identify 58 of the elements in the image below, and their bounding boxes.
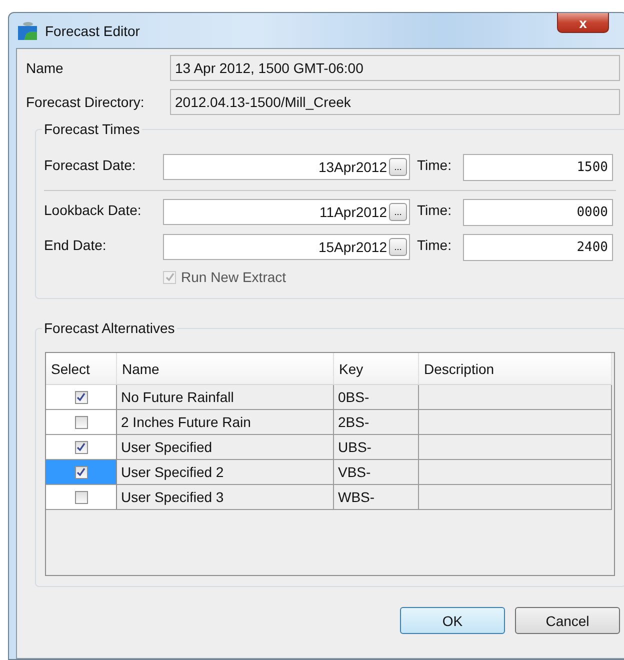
select-cell[interactable]	[46, 410, 117, 435]
browse-button[interactable]: ...	[389, 238, 407, 256]
field-label: End Date:	[44, 236, 108, 253]
date-value: 15Apr2012	[318, 239, 387, 255]
table-cell: User Specified 3	[117, 485, 334, 510]
date-value: 13Apr2012	[318, 159, 387, 175]
column-header[interactable]: Description	[419, 353, 612, 385]
date-field[interactable]: 13Apr2012 ...	[163, 154, 410, 180]
table-cell: WBS-	[334, 485, 419, 510]
check-icon	[76, 442, 86, 452]
checkbox[interactable]	[74, 490, 88, 504]
date-field[interactable]: 11Apr2012 ...	[163, 199, 410, 225]
checkbox-label: Run New Extract	[181, 269, 286, 285]
table-cell: No Future Rainfall	[117, 385, 334, 410]
group-title: Forecast Alternatives	[42, 320, 177, 336]
table-cell: 2BS-	[334, 410, 419, 435]
table-cell: UBS-	[334, 435, 419, 460]
select-cell[interactable]	[46, 460, 117, 485]
close-button[interactable]: x	[557, 13, 609, 33]
check-icon	[76, 467, 86, 477]
time-field[interactable]: 1500	[463, 154, 613, 181]
field-label: Time:	[416, 156, 452, 173]
time-field[interactable]: 0000	[463, 199, 613, 226]
browse-button[interactable]: ...	[389, 158, 407, 176]
time-field[interactable]: 2400	[463, 234, 613, 261]
date-value: 11Apr2012	[320, 204, 387, 220]
group-title: Forecast Times	[42, 121, 142, 137]
browse-button[interactable]: ...	[389, 203, 407, 221]
column-header[interactable]: Key	[334, 353, 419, 385]
checkbox[interactable]	[74, 440, 88, 454]
field-label: Time:	[416, 236, 452, 253]
check-icon	[76, 392, 86, 402]
app-icon	[18, 21, 37, 40]
dialog-button[interactable]: Cancel	[515, 607, 620, 634]
checkbox[interactable]	[74, 466, 88, 478]
field-label: Lookback Date:	[44, 201, 142, 218]
table-cell: 0BS-	[334, 385, 419, 410]
table-cell: User Specified	[117, 435, 334, 460]
read-only-field: 2012.04.13-1500/Mill_Creek	[170, 89, 620, 115]
field-label: Name	[26, 60, 64, 76]
select-cell[interactable]	[46, 385, 117, 410]
column-header[interactable]: Name	[117, 353, 334, 385]
checkbox[interactable]	[74, 416, 88, 428]
field-label: Time:	[416, 201, 452, 218]
select-cell[interactable]	[46, 435, 117, 460]
select-cell[interactable]	[46, 485, 117, 510]
table-cell: User Specified 2	[117, 460, 334, 485]
field-label: Forecast Date:	[44, 156, 137, 173]
window-title: Forecast Editor	[45, 22, 140, 38]
field-label: Forecast Directory:	[26, 94, 146, 110]
date-field[interactable]: 15Apr2012 ...	[163, 234, 410, 260]
table-cell: VBS-	[334, 460, 419, 485]
check-icon	[164, 272, 174, 282]
table-cell: 2 Inches Future Rain	[117, 410, 334, 435]
column-header[interactable]: Select	[46, 353, 117, 385]
checkbox[interactable]	[74, 390, 88, 404]
dialog-button[interactable]: OK	[400, 607, 505, 634]
read-only-field: 13 Apr 2012, 1500 GMT-06:00	[170, 55, 620, 81]
